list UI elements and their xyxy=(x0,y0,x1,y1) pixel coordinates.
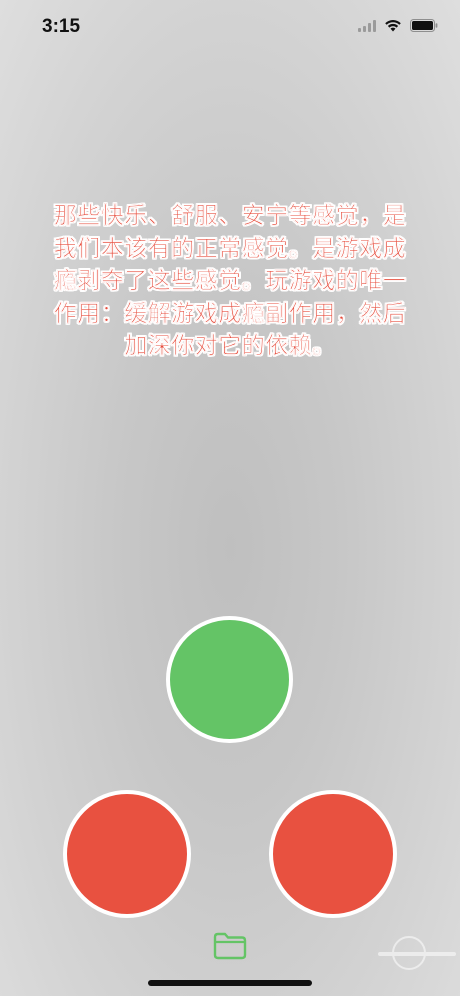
battery-icon xyxy=(410,19,438,32)
green-circle-button[interactable] xyxy=(166,616,293,743)
status-icons xyxy=(358,19,438,32)
cellular-signal-icon xyxy=(358,19,376,32)
red-circle-button-right[interactable] xyxy=(269,790,397,918)
wifi-icon xyxy=(384,19,402,32)
watermark-stripe xyxy=(378,952,456,956)
home-indicator[interactable] xyxy=(148,980,312,986)
folder-icon xyxy=(213,932,247,960)
pconline-logo-watermark xyxy=(378,936,456,976)
folder-button[interactable] xyxy=(212,931,248,961)
red-circle-button-left[interactable] xyxy=(63,790,191,918)
status-bar: 3:15 xyxy=(0,0,460,60)
quote-text: 那些快乐、舒服、安宁等感觉，是我们本该有的正常感觉。是游戏成瘾剥夺了这些感觉。玩… xyxy=(53,203,407,359)
status-time: 3:15 xyxy=(42,16,81,37)
